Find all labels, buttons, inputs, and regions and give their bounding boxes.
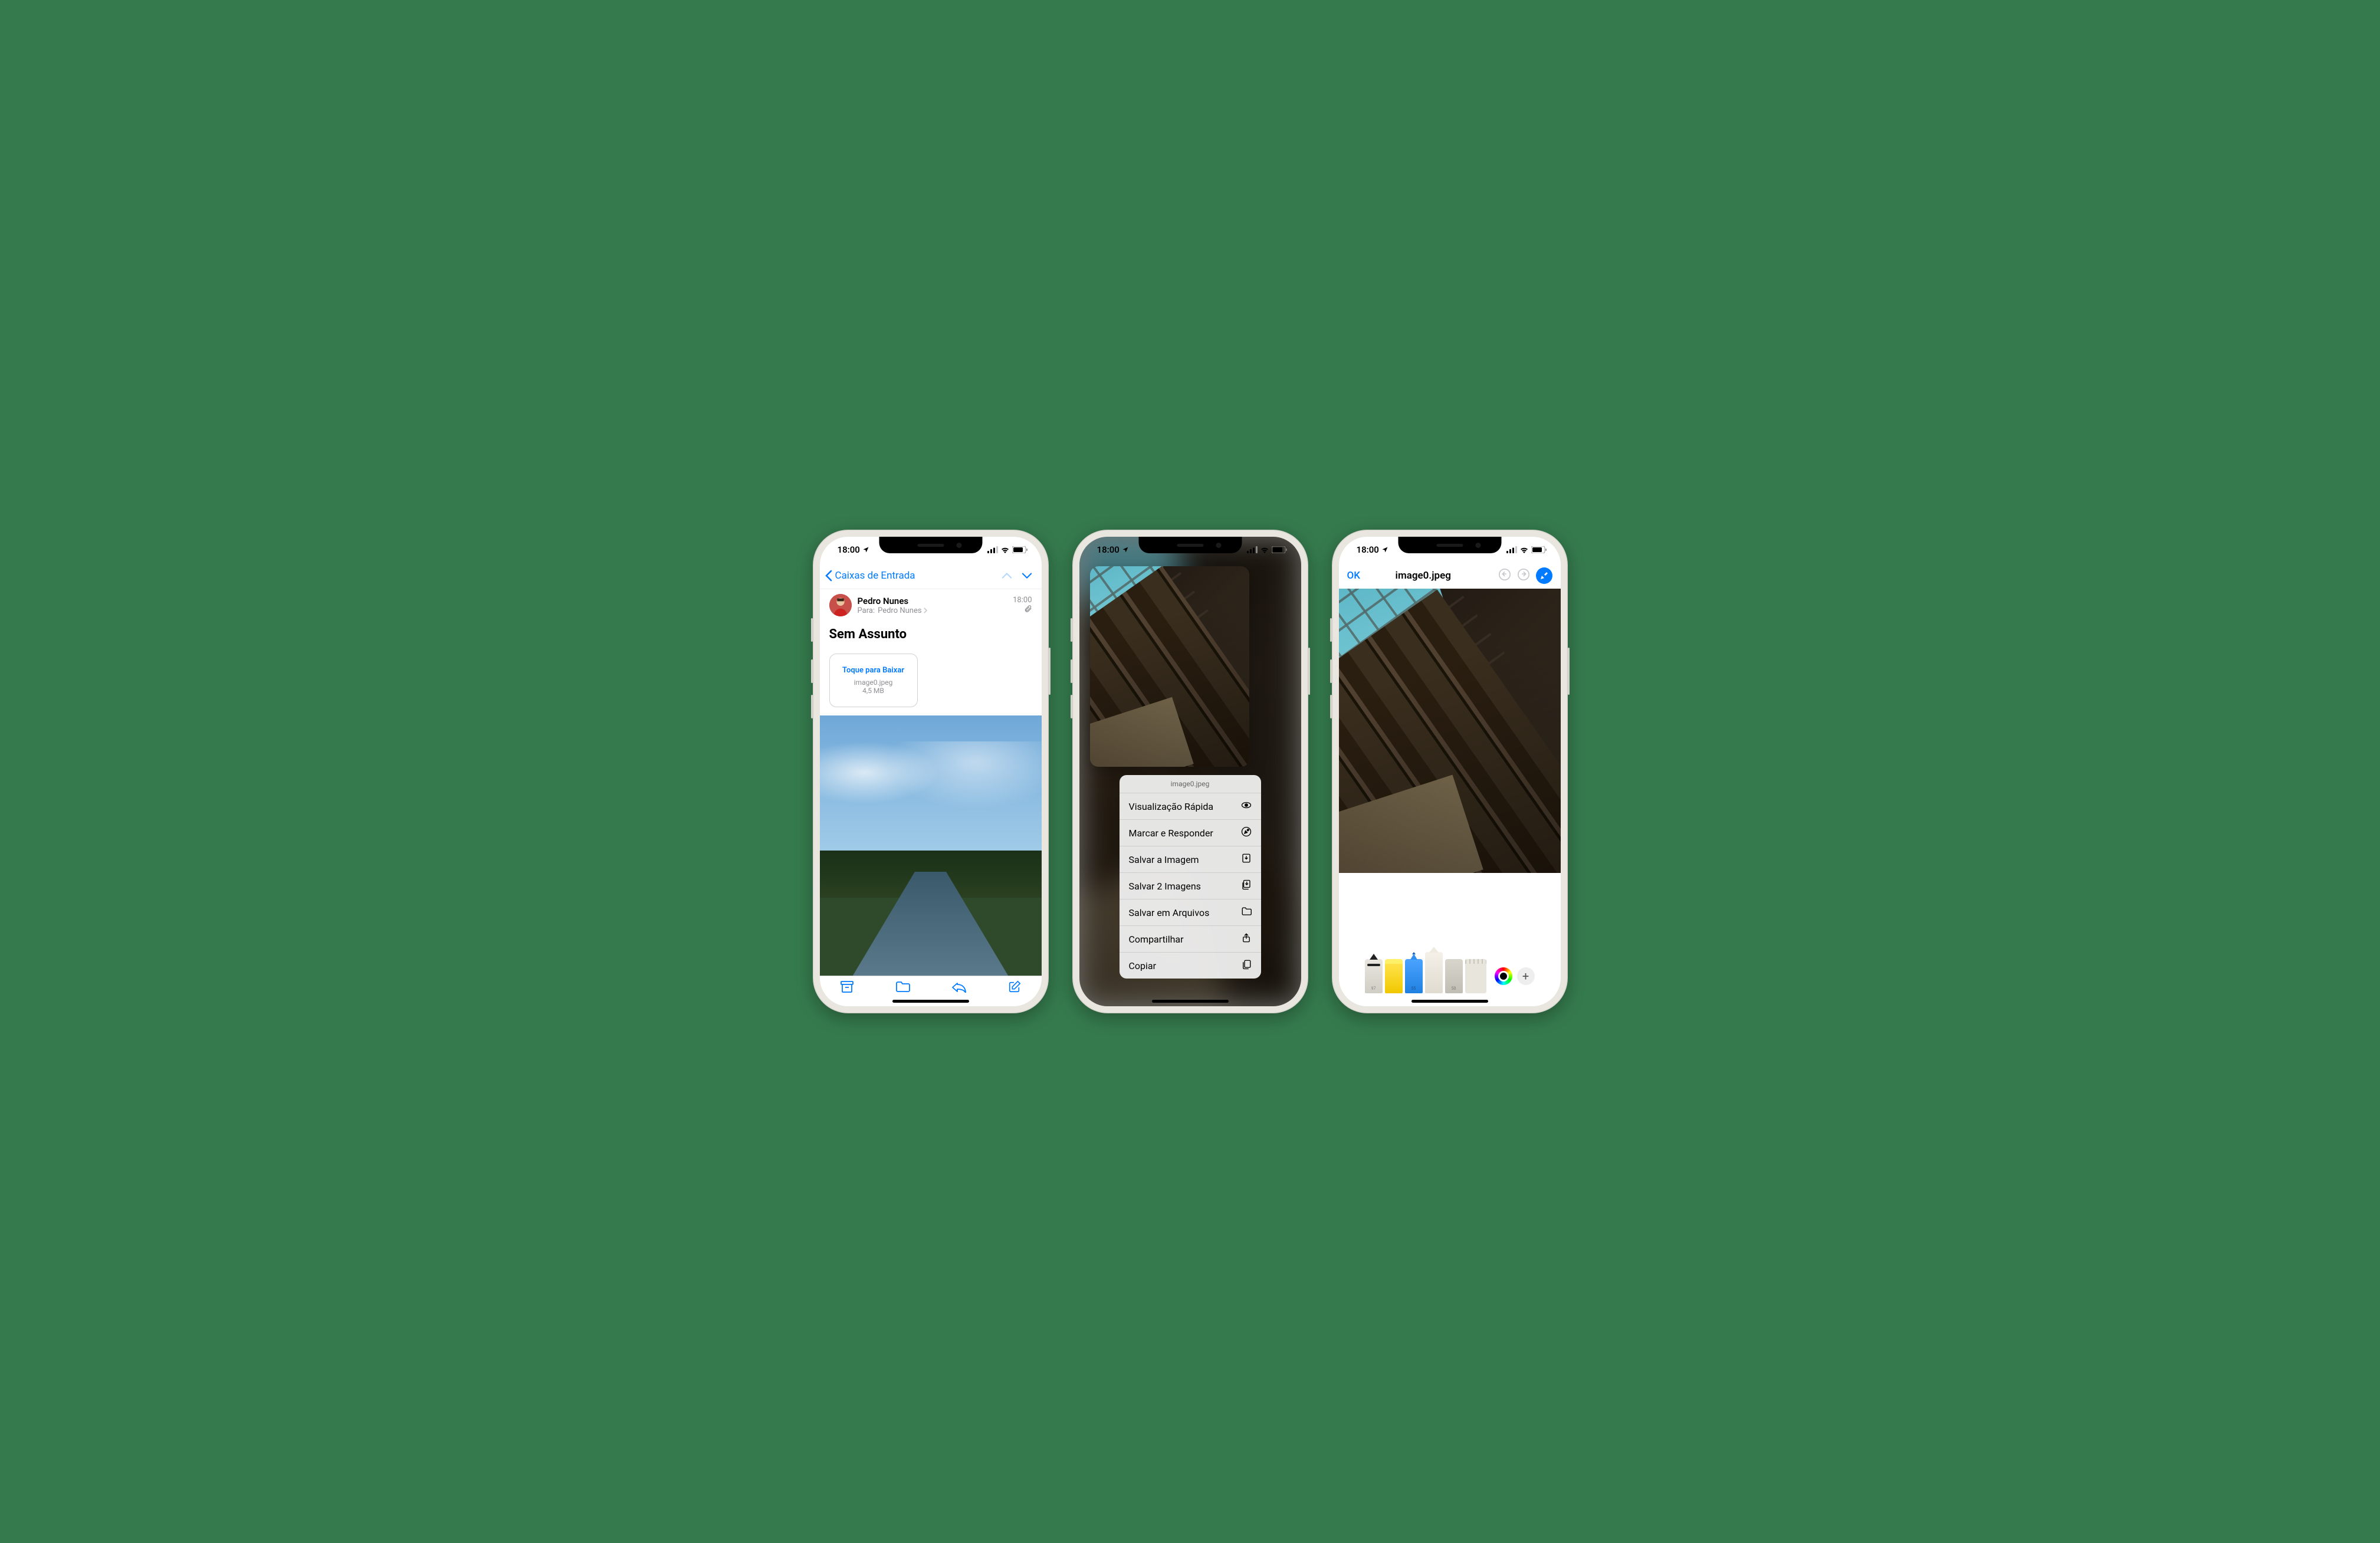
- attachment-name: image0.jpeg: [837, 678, 910, 687]
- move-button[interactable]: [895, 981, 911, 995]
- paperclip-icon: [1024, 605, 1032, 613]
- markup-icon: [1241, 826, 1252, 839]
- menu-item-label: Salvar a Imagem: [1129, 854, 1199, 865]
- message-time: 18:00: [1013, 596, 1032, 605]
- battery-icon: [1272, 546, 1287, 553]
- context-menu: image0.jpeg Visualização Rápida Marcar e …: [1088, 775, 1293, 1006]
- eraser-tool[interactable]: [1425, 952, 1443, 993]
- home-indicator[interactable]: [892, 1000, 969, 1003]
- pencil-tool[interactable]: 55: [1405, 959, 1423, 993]
- save-multi-icon: [1241, 879, 1252, 892]
- battery-icon: [1012, 546, 1027, 553]
- redo-button[interactable]: [1517, 568, 1530, 583]
- color-picker[interactable]: [1495, 967, 1512, 985]
- recipients-row[interactable]: Para: Pedro Nunes: [858, 606, 1007, 615]
- menu-item-label: Salvar 2 Imagens: [1129, 881, 1201, 892]
- message-header[interactable]: Pedro Nunes Para: Pedro Nunes 18:00: [820, 589, 1042, 621]
- back-label: Caixas de Entrada: [835, 570, 915, 582]
- menu-title: image0.jpeg: [1120, 775, 1261, 793]
- avatar: [829, 594, 852, 616]
- location-icon: [1381, 546, 1388, 553]
- compose-button[interactable]: [1008, 980, 1021, 996]
- home-indicator[interactable]: [1411, 1000, 1488, 1003]
- nav-bar: OK image0.jpeg: [1339, 563, 1561, 589]
- share-icon: [1241, 933, 1252, 946]
- menu-item-save[interactable]: Salvar a Imagem: [1120, 846, 1261, 873]
- signal-icon: [1506, 546, 1517, 553]
- image-canvas[interactable]: [1339, 589, 1561, 958]
- image-preview[interactable]: [1090, 566, 1249, 767]
- prev-message-button[interactable]: [997, 570, 1017, 582]
- signal-icon: [1247, 546, 1258, 553]
- subject: Sem Assunto: [820, 621, 1042, 650]
- status-time: 18:00: [1357, 544, 1379, 555]
- menu-item-label: Compartilhar: [1129, 934, 1184, 945]
- chevron-left-icon: [825, 570, 833, 582]
- attachment-action: Toque para Baixar: [837, 666, 910, 675]
- save-icon: [1241, 853, 1252, 866]
- menu-item-label: Copiar: [1129, 960, 1157, 971]
- wifi-icon: [1260, 546, 1269, 553]
- status-time: 18:00: [1097, 544, 1120, 555]
- lasso-tool[interactable]: 50: [1445, 959, 1463, 993]
- chevron-right-icon: [923, 608, 927, 613]
- archive-button[interactable]: [840, 980, 854, 996]
- signal-icon: [987, 546, 998, 553]
- add-tool-button[interactable]: +: [1517, 967, 1535, 985]
- status-time: 18:00: [838, 544, 860, 555]
- pen-tool[interactable]: 97: [1365, 959, 1383, 993]
- marker-tool[interactable]: [1385, 959, 1403, 993]
- markup-button[interactable]: [1536, 567, 1552, 584]
- menu-item-save-multi[interactable]: Salvar 2 Imagens: [1120, 873, 1261, 899]
- undo-button[interactable]: [1498, 568, 1511, 583]
- menu-item-markup[interactable]: Marcar e Responder: [1120, 820, 1261, 846]
- eye-icon: [1241, 800, 1252, 813]
- menu-item-copy[interactable]: Copiar: [1120, 953, 1261, 979]
- menu-item-label: Visualização Rápida: [1129, 801, 1214, 812]
- reply-button[interactable]: [951, 981, 967, 995]
- folder-icon: [1241, 906, 1252, 919]
- file-title: image0.jpeg: [1354, 570, 1492, 582]
- menu-item-label: Marcar e Responder: [1129, 828, 1213, 839]
- sender-name: Pedro Nunes: [858, 596, 1007, 606]
- wifi-icon: [1000, 546, 1010, 553]
- menu-item-share[interactable]: Compartilhar: [1120, 926, 1261, 953]
- location-icon: [1122, 546, 1129, 553]
- menu-item-label: Salvar em Arquivos: [1129, 907, 1210, 918]
- attachment-size: 4,5 MB: [837, 687, 910, 695]
- battery-icon: [1531, 546, 1547, 553]
- location-icon: [862, 546, 869, 553]
- attachment-download[interactable]: Toque para Baixar image0.jpeg 4,5 MB: [829, 654, 918, 707]
- menu-item-eye[interactable]: Visualização Rápida: [1120, 793, 1261, 820]
- menu-item-folder[interactable]: Salvar em Arquivos: [1120, 899, 1261, 926]
- next-message-button[interactable]: [1017, 570, 1037, 582]
- markup-toolbar: 97 55 50 +: [1339, 958, 1561, 1006]
- back-button[interactable]: Caixas de Entrada: [825, 570, 915, 582]
- wifi-icon: [1519, 546, 1529, 553]
- copy-icon: [1241, 959, 1252, 972]
- inline-image[interactable]: [820, 715, 1042, 976]
- home-indicator[interactable]: [1152, 1000, 1229, 1003]
- ruler-tool[interactable]: [1465, 959, 1486, 993]
- nav-bar: Caixas de Entrada: [820, 563, 1042, 589]
